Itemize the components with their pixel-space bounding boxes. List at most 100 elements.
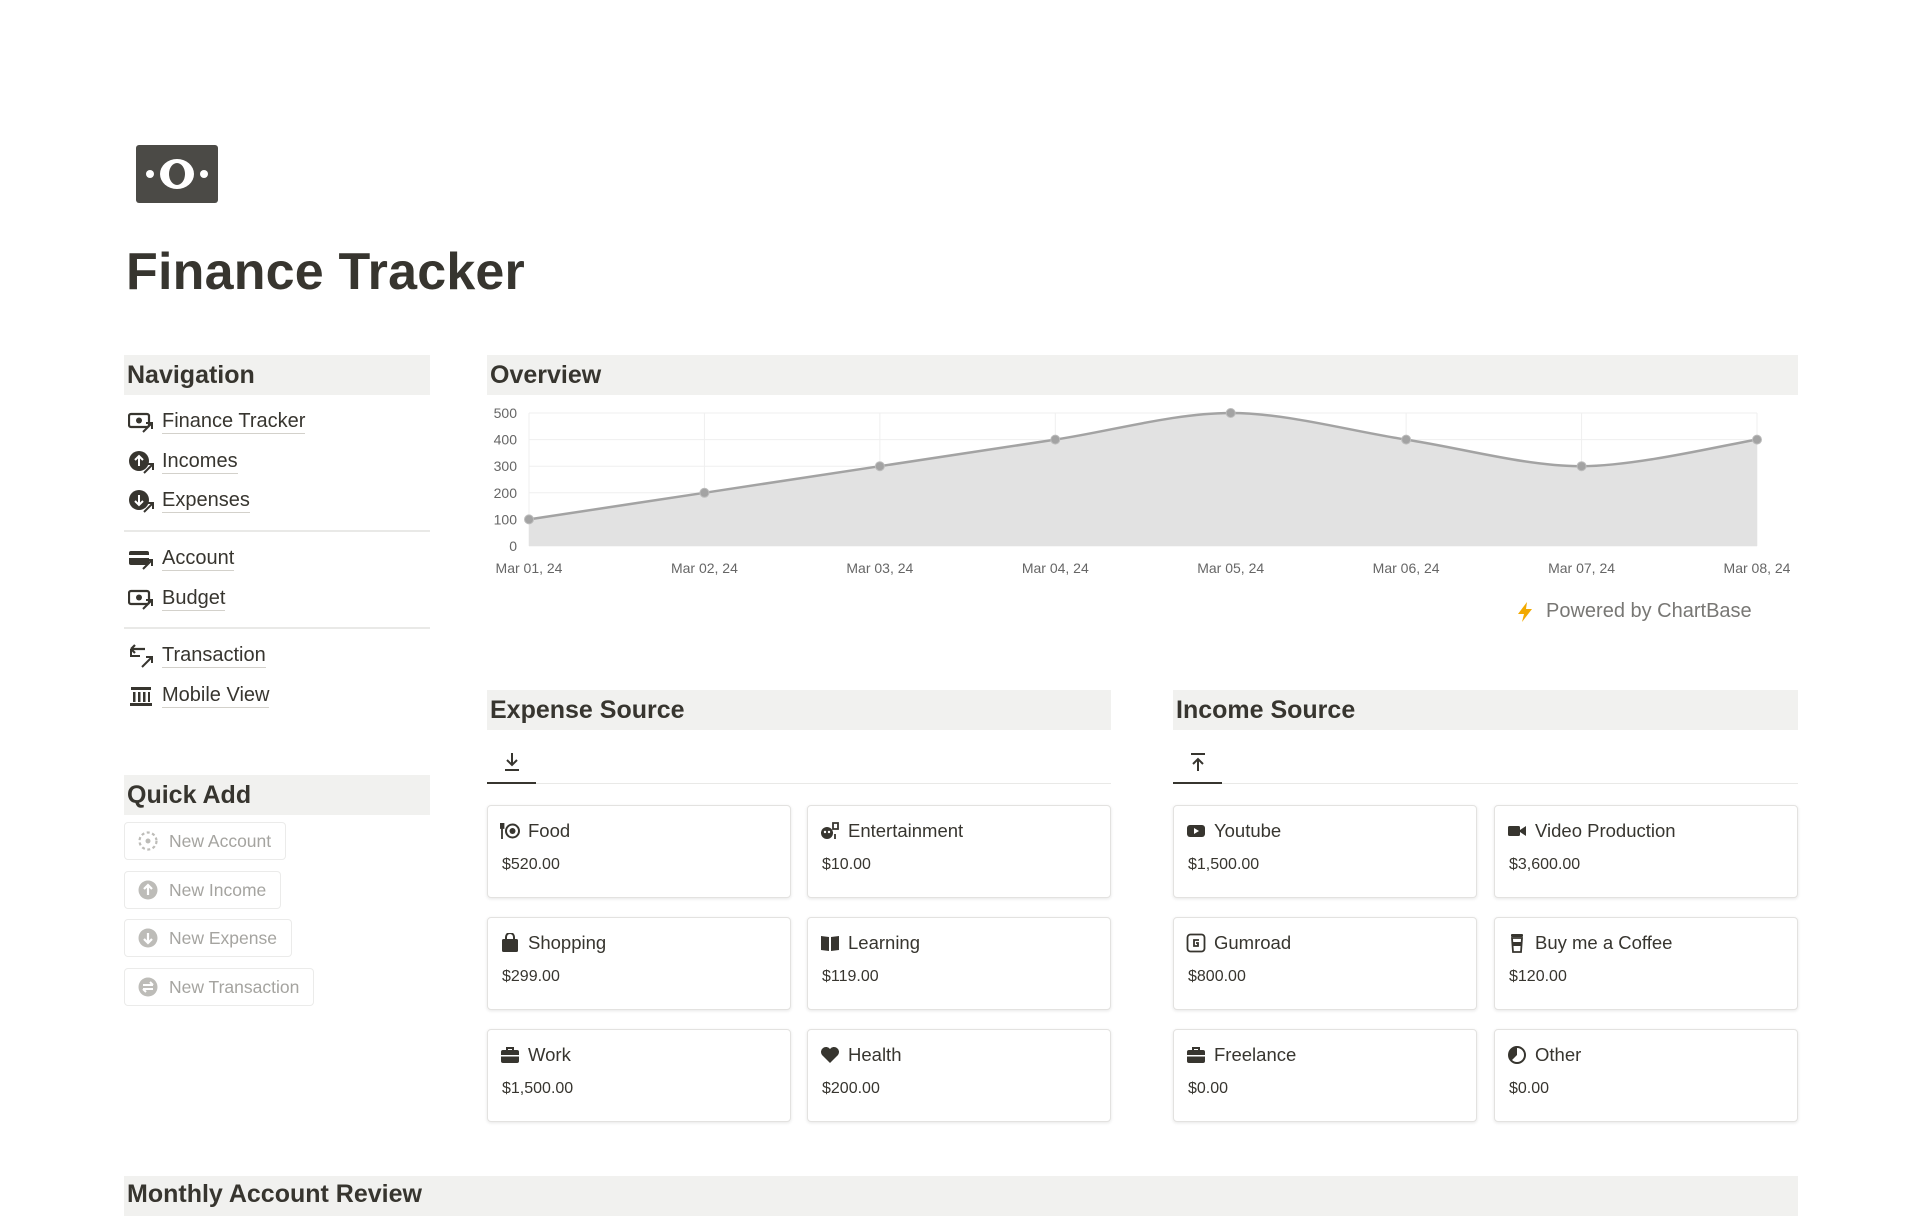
card-value: $120.00 [1509, 968, 1567, 985]
new-transaction-button[interactable]: New Transaction [124, 968, 315, 1006]
gumroad-icon [1186, 933, 1206, 953]
upload-icon [1188, 751, 1208, 773]
powered-by-chartbase[interactable]: Powered by ChartBase [1516, 600, 1752, 623]
new-expense-label: New Expense [169, 927, 277, 948]
card-label: Other [1535, 1044, 1582, 1065]
x-tick-label: Mar 02, 24 [671, 560, 738, 576]
banknote-icon[interactable] [136, 145, 218, 203]
coffee-cup-icon [1507, 933, 1527, 953]
bank-icon [128, 683, 154, 709]
data-point [1225, 408, 1236, 418]
nav-label: Account [162, 547, 235, 571]
card-label: Buy me a Coffee [1535, 932, 1673, 953]
card-label: Health [848, 1044, 902, 1065]
data-point [524, 514, 534, 525]
y-tick-label: 400 [494, 432, 518, 448]
nav-item-account[interactable]: Account [128, 542, 235, 576]
income-tab-line [1173, 783, 1798, 784]
play-icon [1186, 821, 1206, 841]
nav-item-budget[interactable]: Budget [128, 582, 226, 616]
overview-chart[interactable]: 0 100 200 300 400 500 Mar 01, 24 Mar 02, 24 Mar … [487, 400, 1807, 590]
transfer-circle-icon [137, 976, 159, 998]
card-value: $3,600.00 [1509, 856, 1581, 873]
drama-icon [820, 821, 840, 841]
income-card-freelance[interactable]: Freelance $0.00 [1173, 1029, 1477, 1122]
income-card-gumroad[interactable]: Gumroad $800.00 [1173, 917, 1477, 1010]
arrow-up-circle-icon [137, 879, 159, 901]
income-card-buy-me-a-coffee[interactable]: Buy me a Coffee $120.00 [1494, 917, 1798, 1010]
card-label: Food [528, 820, 571, 841]
y-tick-label: 300 [494, 458, 518, 474]
monthly-review-heading: Monthly Account Review [124, 1176, 1798, 1216]
data-point [1401, 434, 1412, 445]
x-tick-label: Mar 01, 24 [496, 560, 563, 576]
nav-item-incomes[interactable]: Incomes [128, 445, 238, 479]
data-point [874, 461, 885, 472]
overview-heading: Overview [487, 355, 1798, 395]
expense-tab-indicator [487, 782, 536, 784]
shopping-bag-icon [500, 933, 520, 953]
new-account-button[interactable]: New Account [124, 822, 287, 860]
income-tab[interactable] [1173, 742, 1222, 782]
data-point [1576, 461, 1587, 472]
nav-label: Budget [162, 587, 226, 611]
expense-source-heading: Expense Source [487, 690, 1111, 730]
x-tick-label: Mar 04, 24 [1022, 560, 1089, 576]
card-link-icon [128, 546, 154, 572]
nav-item-transaction[interactable]: Transaction [128, 639, 266, 673]
dashed-circle-icon [137, 830, 159, 852]
income-tab-indicator [1173, 782, 1222, 784]
y-tick-label: 100 [494, 511, 518, 527]
budget-link-icon [128, 586, 154, 612]
navigation-heading: Navigation [124, 355, 430, 395]
y-tick-label: 0 [509, 538, 517, 554]
heart-icon [820, 1045, 840, 1065]
card-value: $119.00 [822, 968, 879, 985]
nav-divider [124, 627, 430, 629]
income-card-video-production[interactable]: Video Production $3,600.00 [1494, 805, 1798, 898]
powered-by-label: Powered by ChartBase [1546, 600, 1752, 622]
expense-card-entertainment[interactable]: Entertainment $10.00 [807, 805, 1111, 898]
card-label: Gumroad [1214, 932, 1292, 953]
card-value: $1,500.00 [502, 1080, 574, 1097]
expense-card-shopping[interactable]: Shopping $299.00 [487, 917, 791, 1010]
nav-label: Mobile View [162, 684, 270, 708]
new-income-button[interactable]: New Income [124, 871, 282, 909]
card-label: Work [528, 1044, 571, 1065]
nav-item-finance-tracker[interactable]: Finance Tracker [128, 405, 306, 439]
expense-card-food[interactable]: Food $520.00 [487, 805, 791, 898]
income-card-other[interactable]: Other $0.00 [1494, 1029, 1798, 1122]
nav-item-mobile-view[interactable]: Mobile View [128, 679, 270, 713]
new-income-label: New Income [169, 879, 267, 900]
card-label: Video Production [1535, 820, 1676, 841]
nav-item-expenses[interactable]: Expenses [128, 484, 250, 518]
video-camera-icon [1507, 821, 1527, 841]
data-point [1050, 434, 1061, 445]
banknote-link-icon [128, 409, 154, 435]
card-label: Youtube [1214, 820, 1282, 841]
download-icon [502, 751, 522, 773]
expense-card-health[interactable]: Health $200.00 [807, 1029, 1111, 1122]
card-value: $200.00 [822, 1080, 880, 1097]
expense-card-work[interactable]: Work $1,500.00 [487, 1029, 791, 1122]
x-tick-label: Mar 05, 24 [1197, 560, 1264, 576]
expense-card-learning[interactable]: Learning $119.00 [807, 917, 1111, 1010]
briefcase-icon [500, 1045, 520, 1065]
card-label: Learning [848, 932, 921, 953]
new-expense-button[interactable]: New Expense [124, 919, 292, 957]
card-value: $10.00 [822, 856, 871, 873]
data-point [1752, 434, 1762, 445]
expense-link-icon [128, 488, 154, 514]
new-transaction-label: New Transaction [169, 976, 300, 997]
utensils-icon [500, 821, 520, 841]
transfer-link-icon [128, 643, 154, 669]
x-tick-label: Mar 03, 24 [846, 560, 913, 576]
pie-icon [1507, 1045, 1527, 1065]
income-card-youtube[interactable]: Youtube $1,500.00 [1173, 805, 1477, 898]
y-tick-label: 500 [494, 405, 518, 421]
y-tick-label: 200 [494, 485, 518, 501]
nav-label: Incomes [162, 450, 238, 474]
expense-tab[interactable] [487, 742, 536, 782]
x-tick-label: Mar 06, 24 [1373, 560, 1440, 576]
nav-label: Finance Tracker [162, 410, 306, 434]
